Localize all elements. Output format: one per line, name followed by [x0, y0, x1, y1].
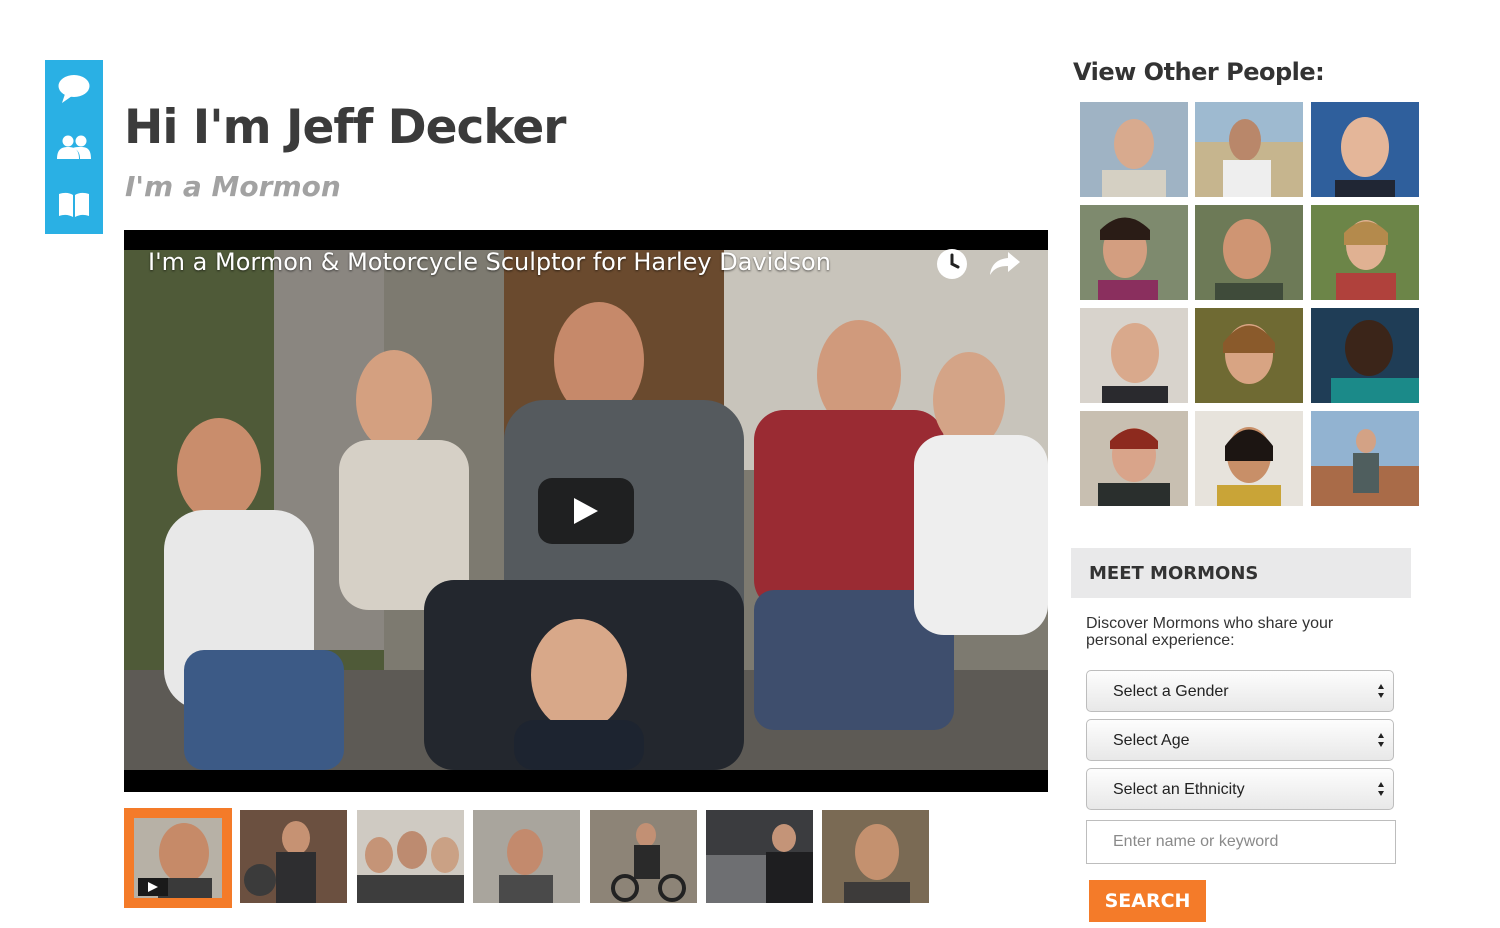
meet-mormons-header: MEET MORMONS: [1071, 548, 1411, 598]
book-icon: [59, 192, 89, 217]
person-photo: [1195, 308, 1303, 403]
play-button[interactable]: [538, 478, 634, 544]
person-photo: [1080, 411, 1188, 506]
person-thumbnail[interactable]: [1195, 102, 1303, 197]
thumbnail-image: [822, 810, 929, 903]
side-nav-chat-button[interactable]: [45, 60, 103, 118]
video-thumbnail[interactable]: [706, 810, 813, 903]
video-player[interactable]: I'm a Mormon & Motorcycle Sculptor for H…: [124, 230, 1048, 792]
person-thumbnail[interactable]: [1080, 205, 1188, 300]
gender-select[interactable]: Select a Gender: [1086, 670, 1394, 712]
people-grid: [1080, 102, 1420, 506]
age-select-value: Select Age: [1113, 732, 1190, 749]
video-title: I'm a Mormon & Motorcycle Sculptor for H…: [148, 248, 831, 276]
ethnicity-select-value: Select an Ethnicity: [1113, 781, 1245, 798]
select-arrows-icon: [1378, 684, 1384, 698]
age-select[interactable]: Select Age: [1086, 719, 1394, 761]
play-icon: [574, 498, 598, 524]
page-subtitle: I'm a Mormon: [125, 170, 341, 203]
person-thumbnail[interactable]: [1311, 102, 1419, 197]
thumbnail-image: [706, 810, 813, 903]
clock-icon: [937, 249, 967, 279]
person-photo: [1311, 102, 1419, 197]
share-arrow-icon: [990, 252, 1020, 275]
search-button[interactable]: SEARCH: [1089, 880, 1206, 922]
person-thumbnail[interactable]: [1195, 205, 1303, 300]
person-thumbnail[interactable]: [1080, 308, 1188, 403]
share-button[interactable]: [988, 248, 1022, 283]
ethnicity-select[interactable]: Select an Ethnicity: [1086, 768, 1394, 810]
person-photo: [1195, 205, 1303, 300]
video-thumbnail[interactable]: [240, 810, 347, 903]
thumbnail-image: [124, 808, 232, 908]
thumbnail-image: [357, 810, 464, 903]
select-arrows-icon: [1378, 782, 1384, 796]
person-thumbnail[interactable]: [1311, 308, 1419, 403]
person-photo: [1311, 308, 1419, 403]
person-photo: [1195, 411, 1303, 506]
page-title: Hi I'm Jeff Decker: [124, 100, 566, 155]
person-thumbnail[interactable]: [1080, 411, 1188, 506]
person-thumbnail[interactable]: [1080, 102, 1188, 197]
video-thumbnail-active[interactable]: [124, 808, 232, 908]
side-nav-book-button[interactable]: [45, 176, 103, 234]
select-arrows-icon: [1378, 733, 1384, 747]
gender-select-value: Select a Gender: [1113, 683, 1229, 700]
video-thumbnail[interactable]: [357, 810, 464, 903]
person-photo: [1311, 205, 1419, 300]
person-thumbnail[interactable]: [1195, 411, 1303, 506]
person-photo: [1080, 102, 1188, 197]
meet-mormons-title: MEET MORMONS: [1089, 563, 1259, 584]
person-photo: [1195, 102, 1303, 197]
person-thumbnail[interactable]: [1311, 205, 1419, 300]
thumbnail-image: [240, 810, 347, 903]
side-nav-people-button[interactable]: [45, 118, 103, 176]
video-thumbnail[interactable]: [590, 810, 697, 903]
person-thumbnail[interactable]: [1311, 411, 1419, 506]
person-photo: [1080, 308, 1188, 403]
meet-mormons-description: Discover Mormons who share your personal…: [1086, 615, 1334, 649]
video-thumbnail[interactable]: [822, 810, 929, 903]
chat-bubble-icon: [58, 75, 90, 103]
thumbnail-image: [473, 810, 580, 903]
thumbnail-image: [590, 810, 697, 903]
video-thumbnail[interactable]: [473, 810, 580, 903]
side-nav: [45, 60, 103, 234]
people-icon: [57, 135, 91, 159]
keyword-input[interactable]: [1086, 820, 1396, 864]
meet-mormons-panel: MEET MORMONS Discover Mormons who share …: [1071, 548, 1411, 928]
watch-later-button[interactable]: [936, 248, 968, 285]
person-photo: [1080, 205, 1188, 300]
person-thumbnail[interactable]: [1195, 308, 1303, 403]
video-thumbnail-strip: [124, 808, 944, 908]
person-photo: [1311, 411, 1419, 506]
view-other-people-title: View Other People:: [1073, 58, 1325, 86]
